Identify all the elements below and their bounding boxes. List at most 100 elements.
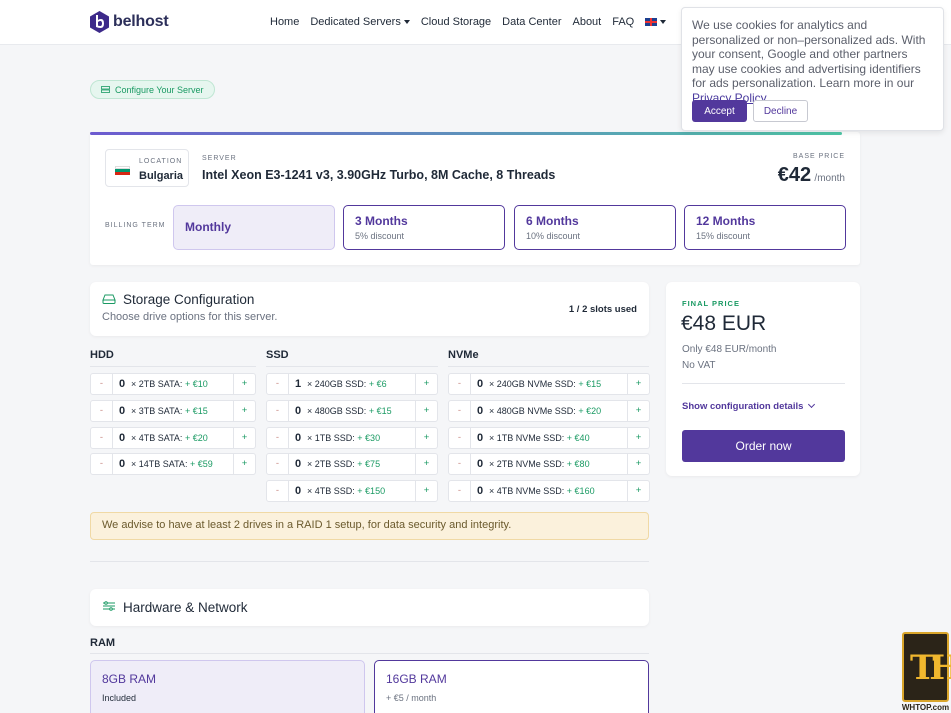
show-config-details-toggle[interactable]: Show configuration details xyxy=(682,400,816,412)
increment-button[interactable]: + xyxy=(627,374,649,394)
storage-drive-icon xyxy=(102,294,116,304)
caret-down-icon xyxy=(403,20,410,25)
nvme-drive-row: -0 × 2TB NVMe SSD: + €80 + xyxy=(448,453,650,475)
decrement-button[interactable]: - xyxy=(91,428,113,448)
increment-button[interactable]: + xyxy=(627,481,649,501)
term-name: 3 Months xyxy=(355,214,408,228)
cookie-buttons: Accept Decline xyxy=(692,100,808,122)
term-6-months[interactable]: 6 Months 10% discount xyxy=(514,205,676,250)
billing-term-label: BILLING TERM xyxy=(105,222,166,229)
location-label: LOCATION xyxy=(139,158,183,165)
decrement-button[interactable]: - xyxy=(91,374,113,394)
drive-quantity[interactable]: 0 xyxy=(113,432,131,444)
drive-description: × 240GB SSD: + €6 xyxy=(307,379,415,389)
nav-cloud-storage[interactable]: Cloud Storage xyxy=(421,16,491,28)
hdd-drive-row: -0 × 2TB SATA: + €10 + xyxy=(90,373,256,395)
ssd-title: SSD xyxy=(266,349,289,361)
vat-note: No VAT xyxy=(682,360,716,371)
ram-option-16gb[interactable]: 16GB RAM + €5 / month xyxy=(374,660,649,713)
term-12-months[interactable]: 12 Months 15% discount xyxy=(684,205,846,250)
drive-description: × 4TB SSD: + €150 xyxy=(307,486,415,496)
drive-price: + €20 xyxy=(578,406,602,416)
nvme-drive-row: -0 × 480GB NVMe SSD: + €20 + xyxy=(448,400,650,422)
hdd-drive-row: -0 × 4TB SATA: + €20 + xyxy=(90,427,256,449)
nav-about[interactable]: About xyxy=(572,16,601,28)
increment-button[interactable]: + xyxy=(233,374,255,394)
ram-sub: + €5 / month xyxy=(386,693,437,703)
drive-quantity[interactable]: 0 xyxy=(113,405,131,417)
decrement-button[interactable]: - xyxy=(267,481,289,501)
increment-button[interactable]: + xyxy=(233,454,255,474)
decrement-button[interactable]: - xyxy=(267,374,289,394)
increment-button[interactable]: + xyxy=(415,428,437,448)
increment-button[interactable]: + xyxy=(627,401,649,421)
server-label: SERVER xyxy=(202,155,237,162)
nav-data-center[interactable]: Data Center xyxy=(502,16,561,28)
drive-price: + €160 xyxy=(566,486,595,496)
drive-label: × 1TB SSD: xyxy=(307,433,355,443)
term-monthly[interactable]: Monthly xyxy=(173,205,335,250)
drive-price: + €80 xyxy=(566,459,590,469)
cookie-banner: We use cookies for analytics and persona… xyxy=(681,7,944,131)
nav-home[interactable]: Home xyxy=(270,16,299,28)
drive-price: + €30 xyxy=(357,433,381,443)
drive-quantity[interactable]: 0 xyxy=(471,458,489,470)
drive-quantity[interactable]: 0 xyxy=(289,485,307,497)
decrement-button[interactable]: - xyxy=(449,428,471,448)
decrement-button[interactable]: - xyxy=(267,454,289,474)
drive-quantity[interactable]: 1 xyxy=(289,378,307,390)
decrement-button[interactable]: - xyxy=(449,454,471,474)
base-price: €42 /month xyxy=(778,164,845,187)
decrement-button[interactable]: - xyxy=(449,481,471,501)
ssd-drive-row: -0 × 480GB SSD: + €15 + xyxy=(266,400,438,422)
drive-quantity[interactable]: 0 xyxy=(289,458,307,470)
drive-quantity[interactable]: 0 xyxy=(289,405,307,417)
term-name: Monthly xyxy=(185,220,231,234)
increment-button[interactable]: + xyxy=(415,481,437,501)
nav-dedicated-servers[interactable]: Dedicated Servers xyxy=(310,16,410,28)
drive-quantity[interactable]: 0 xyxy=(471,378,489,390)
ram-name: 8GB RAM xyxy=(102,672,157,686)
drive-quantity[interactable]: 0 xyxy=(471,405,489,417)
base-price-unit: /month xyxy=(814,173,845,184)
drive-price: + €59 xyxy=(189,459,213,469)
storage-config-header: Storage Configuration Choose drive optio… xyxy=(90,282,649,336)
hdd-title: HDD xyxy=(90,349,114,361)
server-icon xyxy=(101,86,110,93)
drive-description: × 14TB SATA: + €59 xyxy=(131,459,233,469)
drive-quantity[interactable]: 0 xyxy=(471,485,489,497)
decrement-button[interactable]: - xyxy=(449,374,471,394)
drive-description: × 480GB NVMe SSD: + €20 xyxy=(489,406,627,416)
drive-quantity[interactable]: 0 xyxy=(289,432,307,444)
drive-quantity[interactable]: 0 xyxy=(113,378,131,390)
nvme-title: NVMe xyxy=(448,349,479,361)
decrement-button[interactable]: - xyxy=(91,401,113,421)
configure-server-label: Configure Your Server xyxy=(115,84,204,95)
ram-option-8gb[interactable]: 8GB RAM Included xyxy=(90,660,365,713)
decrement-button[interactable]: - xyxy=(449,401,471,421)
language-switcher[interactable] xyxy=(645,16,667,28)
nav-faq[interactable]: FAQ xyxy=(612,16,634,28)
increment-button[interactable]: + xyxy=(233,428,255,448)
decrement-button[interactable]: - xyxy=(267,428,289,448)
brand-logo[interactable]: belhost xyxy=(90,11,169,33)
decrement-button[interactable]: - xyxy=(91,454,113,474)
drive-description: × 1TB NVMe SSD: + €40 xyxy=(489,433,627,443)
drive-quantity[interactable]: 0 xyxy=(113,458,131,470)
increment-button[interactable]: + xyxy=(415,401,437,421)
increment-button[interactable]: + xyxy=(233,401,255,421)
slots-used: 1 / 2 slots used xyxy=(568,304,637,315)
belhost-logo-icon xyxy=(90,11,109,33)
drive-label: × 240GB SSD: xyxy=(307,379,367,389)
decrement-button[interactable]: - xyxy=(267,401,289,421)
accept-cookies-button[interactable]: Accept xyxy=(692,100,747,122)
increment-button[interactable]: + xyxy=(415,454,437,474)
increment-button[interactable]: + xyxy=(627,454,649,474)
decline-cookies-button[interactable]: Decline xyxy=(753,100,808,122)
drive-quantity[interactable]: 0 xyxy=(471,432,489,444)
order-now-button[interactable]: Order now xyxy=(682,430,845,462)
increment-button[interactable]: + xyxy=(415,374,437,394)
term-3-months[interactable]: 3 Months 5% discount xyxy=(343,205,505,250)
increment-button[interactable]: + xyxy=(627,428,649,448)
term-name: 6 Months xyxy=(526,214,579,228)
